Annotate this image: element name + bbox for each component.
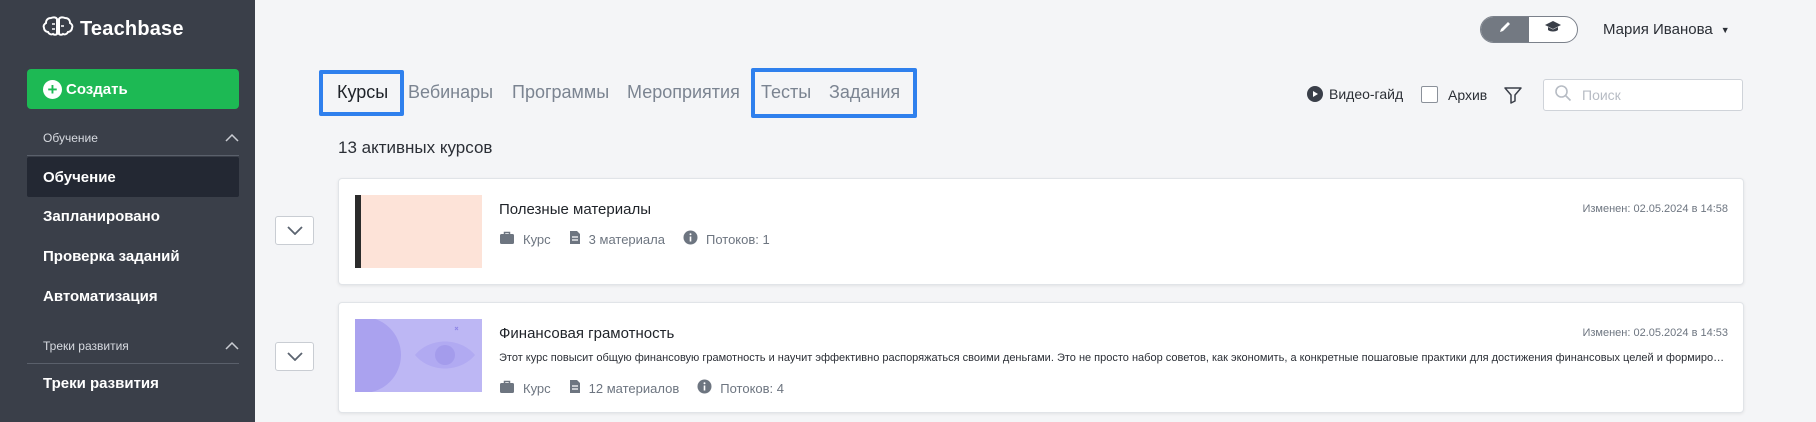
course-thumbnail	[355, 319, 482, 392]
course-materials: 12 материалов	[569, 379, 680, 397]
course-streams-label: Потоков: 1	[705, 231, 770, 247]
sidebar: Teachbase + Создать Обучение Обучение За…	[0, 0, 255, 422]
archive-label: Архив	[1448, 86, 1488, 103]
course-materials-label: 12 материалов	[588, 380, 680, 396]
active-courses-count: 13 активных курсов	[338, 138, 493, 157]
search-input[interactable]	[1582, 87, 1732, 103]
course-type-label: Курс	[523, 380, 551, 396]
course-meta: Курс 12 материалов Потоков: 4	[499, 379, 802, 397]
course-modified-date: Изменен: 02.05.2024 в 14:58	[1582, 203, 1728, 215]
course-streams-label: Потоков: 4	[720, 380, 785, 396]
course-title[interactable]: Финансовая грамотность	[499, 325, 674, 342]
filter-icon[interactable]	[1503, 85, 1523, 110]
expand-course-button[interactable]	[275, 342, 314, 371]
search-icon	[1554, 84, 1572, 107]
course-streams: Потоков: 4	[697, 379, 784, 397]
chevron-up-icon	[225, 131, 239, 145]
course-card[interactable]: Финансовая грамотность Изменен: 02.05.20…	[338, 302, 1744, 413]
document-icon	[569, 230, 581, 248]
create-button-label: Создать	[66, 80, 128, 98]
search-box	[1543, 79, 1743, 111]
video-guide-link[interactable]: Видео-гайд	[1307, 86, 1403, 102]
info-icon	[683, 230, 698, 248]
tab-events[interactable]: Мероприятия	[627, 82, 740, 103]
course-materials: 3 материала	[569, 230, 665, 248]
section-title: Обучение	[43, 131, 98, 145]
mode-toggle	[1480, 16, 1578, 43]
play-icon	[1307, 86, 1323, 102]
sidebar-item-scheduled[interactable]: Запланировано	[27, 196, 239, 236]
sidebar-item-task-review[interactable]: Проверка заданий	[27, 236, 239, 276]
tab-assignments[interactable]: Задания	[829, 82, 900, 103]
course-type: Курс	[499, 231, 551, 248]
create-button[interactable]: + Создать	[27, 69, 239, 109]
logo[interactable]: Teachbase	[42, 14, 184, 45]
user-menu[interactable]: Мария Иванова ▼	[1603, 21, 1730, 38]
course-modified-date: Изменен: 02.05.2024 в 14:53	[1582, 327, 1728, 339]
archive-checkbox[interactable]	[1421, 86, 1438, 103]
caret-down-icon: ▼	[1720, 24, 1730, 35]
brain-icon	[42, 14, 74, 45]
video-guide-label: Видео-гайд	[1329, 86, 1404, 102]
sidebar-item-learning[interactable]: Обучение	[27, 157, 239, 197]
course-meta: Курс 3 материала Потоков: 1	[499, 230, 788, 248]
archive-toggle[interactable]: Архив	[1421, 86, 1487, 103]
tab-tests[interactable]: Тесты	[761, 82, 811, 103]
chevron-down-icon	[286, 223, 303, 238]
tab-programs[interactable]: Программы	[512, 82, 609, 103]
expand-course-button[interactable]	[275, 216, 314, 245]
course-type-label: Курс	[523, 231, 551, 247]
plus-circle-icon: +	[43, 79, 62, 99]
edit-mode-button[interactable]	[1481, 17, 1529, 42]
course-thumbnail	[355, 195, 482, 268]
course-description: Этот курс повысит общую финансовую грамо…	[499, 352, 1729, 364]
info-icon	[697, 379, 712, 397]
tab-courses[interactable]: Курсы	[337, 82, 388, 103]
chevron-down-icon	[286, 349, 303, 364]
course-title[interactable]: Полезные материалы	[499, 201, 651, 218]
sidebar-item-automation[interactable]: Автоматизация	[27, 276, 239, 316]
document-icon	[569, 379, 581, 397]
sidebar-item-tracks[interactable]: Треки развития	[27, 363, 239, 403]
graduation-cap-icon	[1544, 20, 1562, 39]
chevron-up-icon	[225, 339, 239, 353]
pencil-icon	[1498, 20, 1512, 39]
logo-text: Teachbase	[80, 18, 184, 40]
course-materials-label: 3 материала	[588, 231, 665, 247]
section-header-learning[interactable]: Обучение	[43, 131, 239, 145]
learner-mode-button[interactable]	[1529, 17, 1577, 42]
briefcase-icon	[499, 231, 515, 248]
course-streams: Потоков: 1	[683, 230, 770, 248]
course-card[interactable]: Полезные материалы Изменен: 02.05.2024 в…	[338, 178, 1744, 285]
eye-illustration-icon	[355, 319, 475, 392]
tab-webinars[interactable]: Вебинары	[408, 82, 493, 103]
briefcase-icon	[499, 380, 515, 397]
section-divider	[27, 155, 239, 156]
course-type: Курс	[499, 380, 551, 397]
section-header-tracks[interactable]: Треки развития	[43, 339, 239, 353]
user-name: Мария Иванова	[1603, 21, 1713, 38]
section-title: Треки развития	[43, 339, 129, 353]
